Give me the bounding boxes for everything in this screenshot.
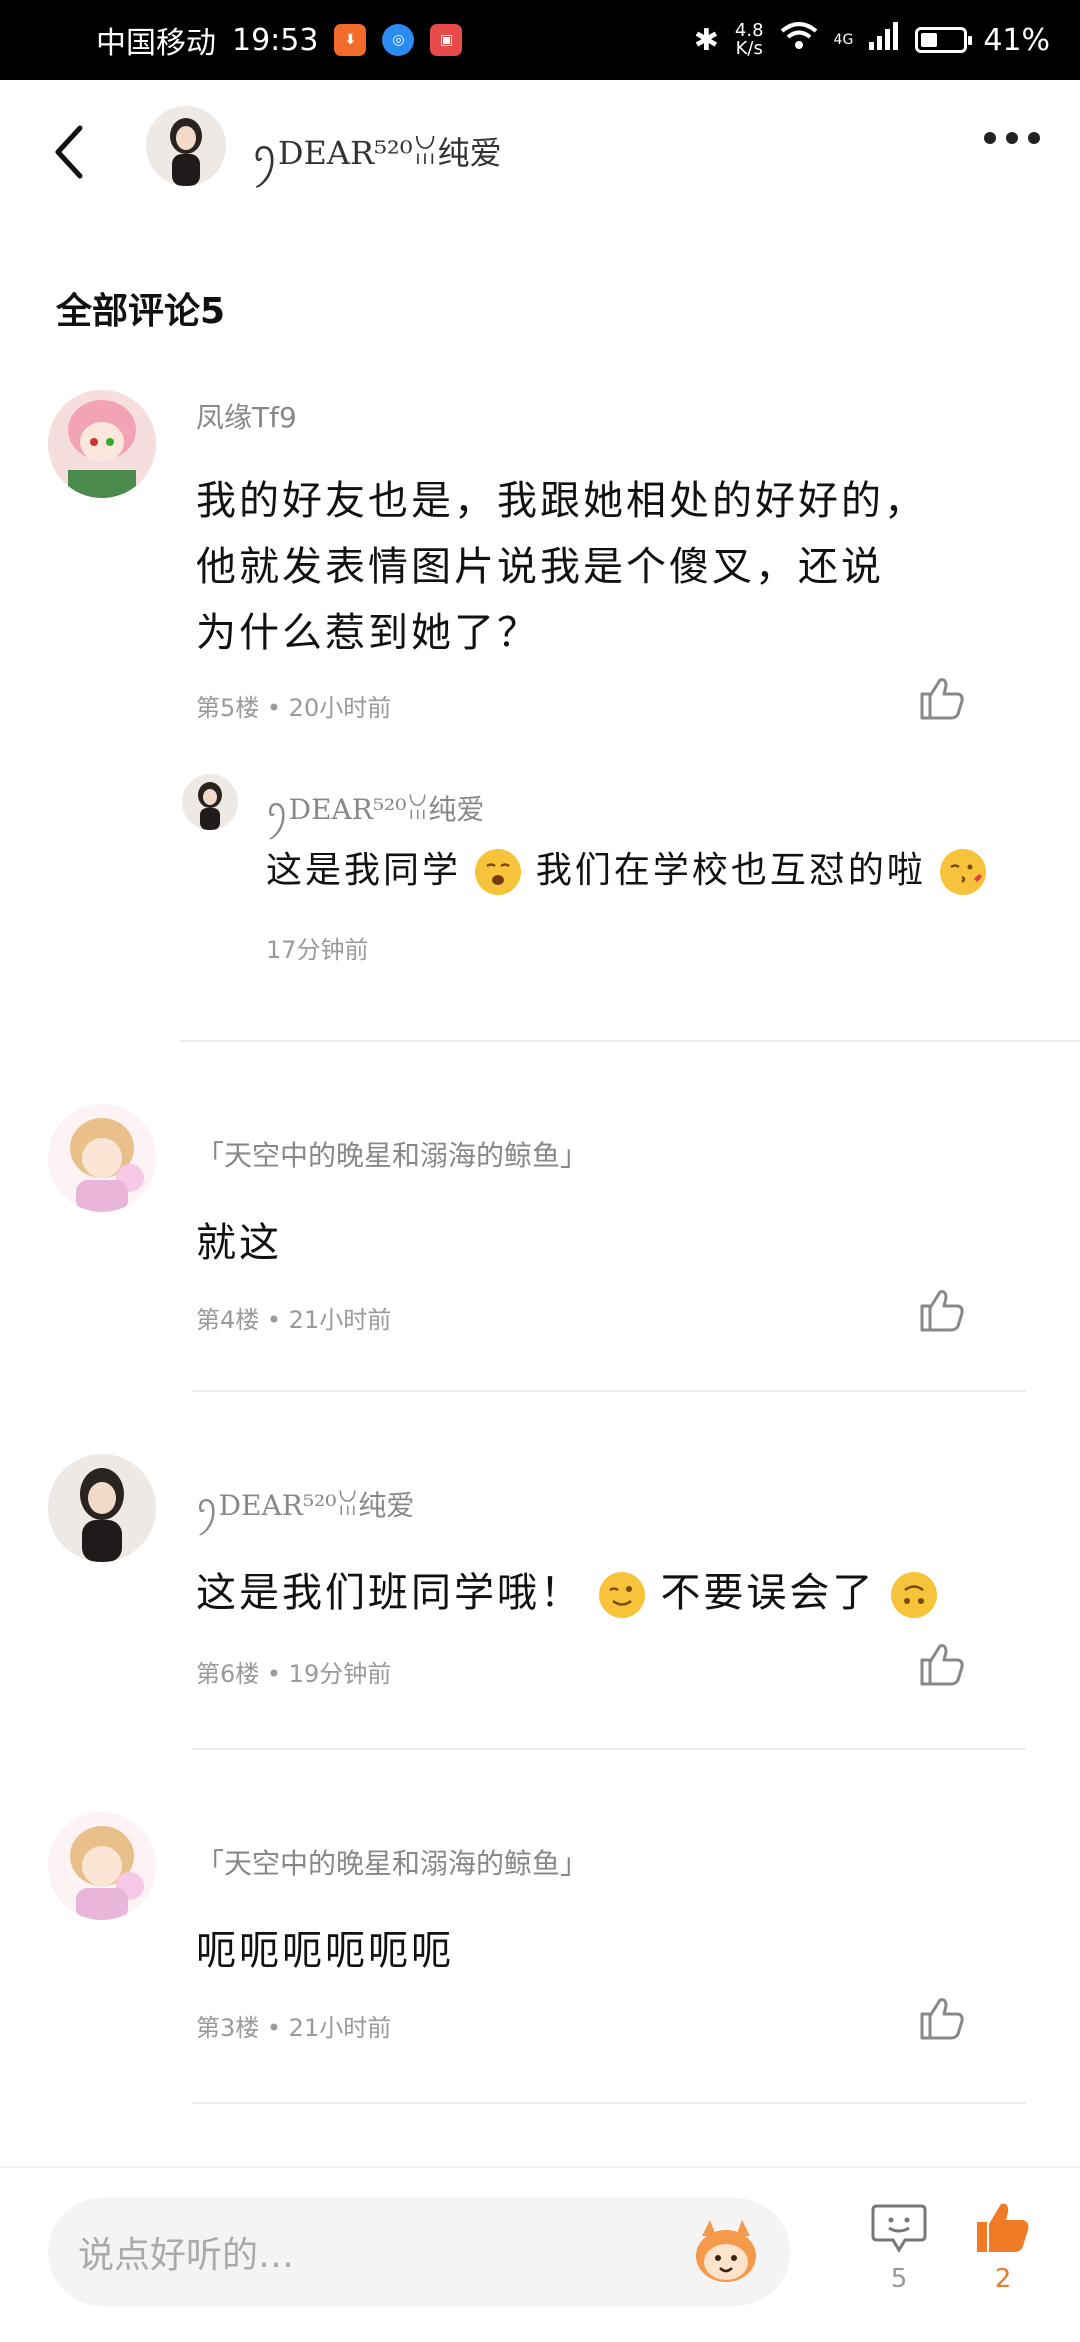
- browser-app-icon: ◎: [382, 24, 415, 56]
- like-icon[interactable]: [918, 1286, 966, 1334]
- reply-user-name[interactable]: ꪆDEAR⁵²⁰ꈍ纯爱: [266, 782, 484, 841]
- battery-icon: [915, 27, 973, 53]
- upside-down-face-icon: [891, 1572, 938, 1618]
- comment-input-placeholder: 说点好听的…: [78, 2235, 295, 2276]
- user-avatar[interactable]: [48, 390, 156, 498]
- comment-meta: 第5楼 • 20小时前: [196, 694, 392, 722]
- carrier-label: 中国移动: [96, 26, 216, 61]
- like-count: 2: [994, 2264, 1012, 2294]
- signal-type: 4G: [833, 32, 854, 48]
- user-name[interactable]: ꪆDEAR⁵²⁰ꈍ纯爱: [196, 1478, 414, 1537]
- reply-meta: 17分钟前: [266, 936, 369, 964]
- like-icon[interactable]: [918, 1994, 966, 2042]
- download-app-icon: ⬇: [334, 24, 367, 56]
- header: ꪆDEAR⁵²⁰ꈍ纯爱: [0, 80, 1080, 220]
- huawei-app-icon: ▣: [430, 24, 463, 56]
- divider: [180, 1040, 1080, 1042]
- like-icon[interactable]: [918, 674, 966, 722]
- battery-percent: 41%: [983, 22, 1050, 58]
- comment-count: 5: [890, 2264, 908, 2294]
- comment-text: 就这: [196, 1220, 282, 1266]
- like-icon[interactable]: [918, 1640, 966, 1688]
- user-avatar[interactable]: [48, 1454, 156, 1562]
- cell-signal-icon: [869, 22, 899, 58]
- comment-input[interactable]: 说点好听的…: [48, 2198, 790, 2306]
- comment-text: 我的好友也是，我跟她相处的好好的， 他就发表情图片说我是个傻叉，还说 为什么惹到…: [196, 478, 927, 656]
- more-options-icon[interactable]: [984, 132, 1040, 144]
- back-icon[interactable]: [48, 122, 96, 182]
- kiss-emoji-icon: [940, 849, 987, 895]
- wifi-icon: [780, 21, 818, 59]
- bluetooth-icon: ✱: [693, 22, 719, 58]
- like-action[interactable]: 2: [968, 2202, 1038, 2294]
- section-title: 全部评论5: [56, 291, 226, 332]
- comment-text: 呃呃呃呃呃呃: [196, 1928, 454, 1974]
- comments-action[interactable]: 5: [864, 2202, 934, 2294]
- comment-meta: 第6楼 • 19分钟前: [196, 1660, 392, 1688]
- clock: 19:53: [232, 22, 319, 58]
- comment-meta: 第3楼 • 21小时前: [196, 2014, 392, 2042]
- thumbs-up-filled-icon: [977, 2203, 1029, 2252]
- yawn-emoji-icon: [475, 849, 522, 895]
- user-name[interactable]: 「天空中的晚星和溺海的鲸鱼」: [196, 1134, 588, 1174]
- user-name[interactable]: 凤缘Tf9: [196, 396, 297, 436]
- network-speed: 4.8 K/s: [734, 20, 764, 59]
- comment-text: 这是我们班同学哦！ 不要误会了: [196, 1560, 938, 1626]
- comment-meta: 第4楼 • 21小时前: [196, 1306, 392, 1334]
- divider: [192, 2102, 1026, 2104]
- author-name[interactable]: ꪆDEAR⁵²⁰ꈍ纯爱: [252, 122, 502, 189]
- user-avatar[interactable]: [48, 1812, 156, 1920]
- reply-text: 这是我同学 我们在学校也互怼的啦: [266, 838, 987, 904]
- comment-bubble-icon: [871, 2204, 927, 2253]
- wink-emoji-icon: [598, 1572, 645, 1618]
- bottom-bar: 说点好听的… 5 2: [0, 2166, 1080, 2342]
- status-bar: 中国移动 19:53 ⬇ ◎ ▣ ✱ 4.8 K/s 4G 41%: [0, 0, 1080, 80]
- mascot-emoji-icon[interactable]: [686, 2212, 766, 2292]
- author-avatar[interactable]: [146, 106, 226, 186]
- reply-avatar[interactable]: [182, 774, 238, 830]
- divider: [192, 1748, 1026, 1750]
- user-avatar[interactable]: [48, 1104, 156, 1212]
- user-name[interactable]: 「天空中的晚星和溺海的鲸鱼」: [196, 1842, 588, 1882]
- divider: [192, 1390, 1026, 1392]
